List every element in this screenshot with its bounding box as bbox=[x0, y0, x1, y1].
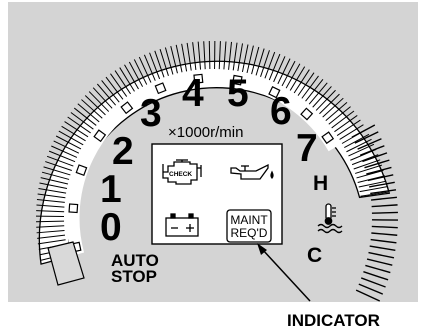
rpm-number-3: 3 bbox=[140, 92, 162, 135]
rpm-tick-mark bbox=[75, 164, 88, 177]
rpm-unit-label: ×1000r/min bbox=[168, 124, 243, 141]
auto-stop-line2: STOP bbox=[111, 267, 157, 286]
rpm-number-6: 6 bbox=[270, 90, 292, 133]
rpm-tick-mark bbox=[68, 203, 79, 214]
instrument-cluster-diagram: 0 1 2 3 4 5 6 7 ×1000r/min H C AUTO STOP… bbox=[8, 2, 418, 330]
rpm-number-1: 1 bbox=[100, 168, 122, 211]
outer-ring-hatch bbox=[36, 220, 65, 223]
temp-cold-label: C bbox=[307, 244, 322, 267]
temp-gauge-stripe bbox=[371, 211, 398, 214]
rpm-number-5: 5 bbox=[227, 72, 249, 115]
rpm-number-2: 2 bbox=[112, 130, 134, 173]
rpm-number-0: 0 bbox=[100, 206, 122, 249]
indicator-label: INDICATOR bbox=[287, 311, 380, 330]
rpm-number-7: 7 bbox=[296, 127, 318, 170]
outer-ring-hatch bbox=[208, 41, 211, 70]
maint-line2: REQ'D bbox=[231, 226, 268, 240]
maint-line1: MAINT bbox=[230, 213, 268, 227]
temp-hot-label: H bbox=[313, 172, 328, 195]
rpm-number-4: 4 bbox=[182, 72, 204, 115]
check-engine-text: CHECK bbox=[169, 171, 192, 178]
